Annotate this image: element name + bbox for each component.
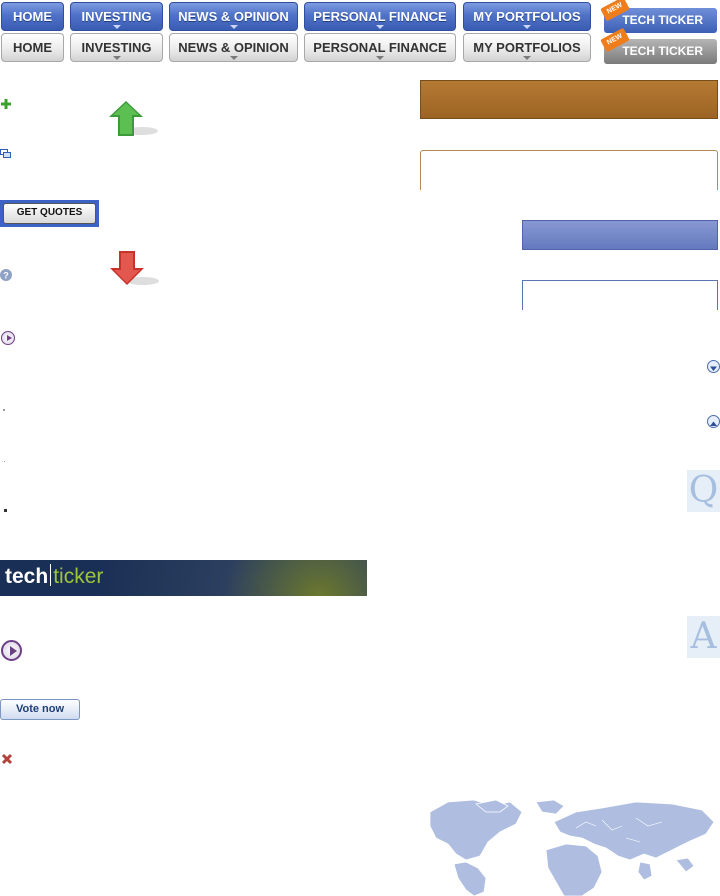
nav-news-primary[interactable]: NEWS & OPINION [169,2,298,31]
tech-ticker-banner[interactable]: tech ticker [0,560,367,596]
bullet-icon [4,461,5,462]
svg-text:?: ? [3,271,9,281]
chevron-down-icon [523,56,531,60]
banner-word-ticker: ticker [53,565,104,588]
scroll-up-button[interactable] [707,415,720,428]
chevron-down-icon [376,56,384,60]
close-icon[interactable] [1,753,13,765]
brown-panel-box [420,150,718,190]
arrow-down-icon [110,251,159,285]
vote-now-button[interactable]: Vote now [0,699,80,720]
nav-investing-primary[interactable]: INVESTING [70,2,163,31]
question-glyph: Q [687,470,720,512]
blue-header-bar [522,220,718,250]
bullet-icon [4,509,7,512]
nav-portfolios-primary[interactable]: MY PORTFOLIOS [463,2,591,31]
nav-portfolios-secondary[interactable]: MY PORTFOLIOS [463,33,591,62]
chevron-down-icon [376,25,384,29]
chevron-down-icon [112,56,121,60]
play-video-icon[interactable] [1,331,15,345]
banner-word-tech: tech [5,565,49,588]
window-icon[interactable] [0,149,11,158]
brown-header-bar [420,80,718,119]
chevron-down-icon [229,25,238,29]
world-map-image[interactable] [426,798,716,896]
chevron-down-icon [523,25,531,29]
play-video-icon[interactable] [1,640,22,661]
nav-news-secondary[interactable]: NEWS & OPINION [169,33,298,62]
nav-home-primary[interactable]: HOME [1,2,64,31]
get-quotes-button[interactable]: GET QUOTES [0,200,99,227]
chevron-down-icon [112,25,121,29]
chevron-down-icon [710,366,717,371]
arrow-up-icon [109,101,158,136]
nav-personal-finance-primary[interactable]: PERSONAL FINANCE [304,2,456,31]
plus-icon[interactable] [1,99,11,109]
help-icon[interactable]: ? [0,269,12,281]
chevron-up-icon [710,421,717,426]
scroll-down-button[interactable] [707,360,720,373]
blue-panel-box [522,280,718,310]
nav-investing-secondary[interactable]: INVESTING [70,33,163,62]
chevron-down-icon [229,56,238,60]
answer-glyph: A [687,616,720,658]
nav-home-secondary[interactable]: HOME [1,33,64,62]
nav-personal-finance-secondary[interactable]: PERSONAL FINANCE [304,33,456,62]
bullet-icon [3,409,5,411]
nav-tech-ticker-secondary[interactable]: NEW TECH TICKER [600,27,717,64]
